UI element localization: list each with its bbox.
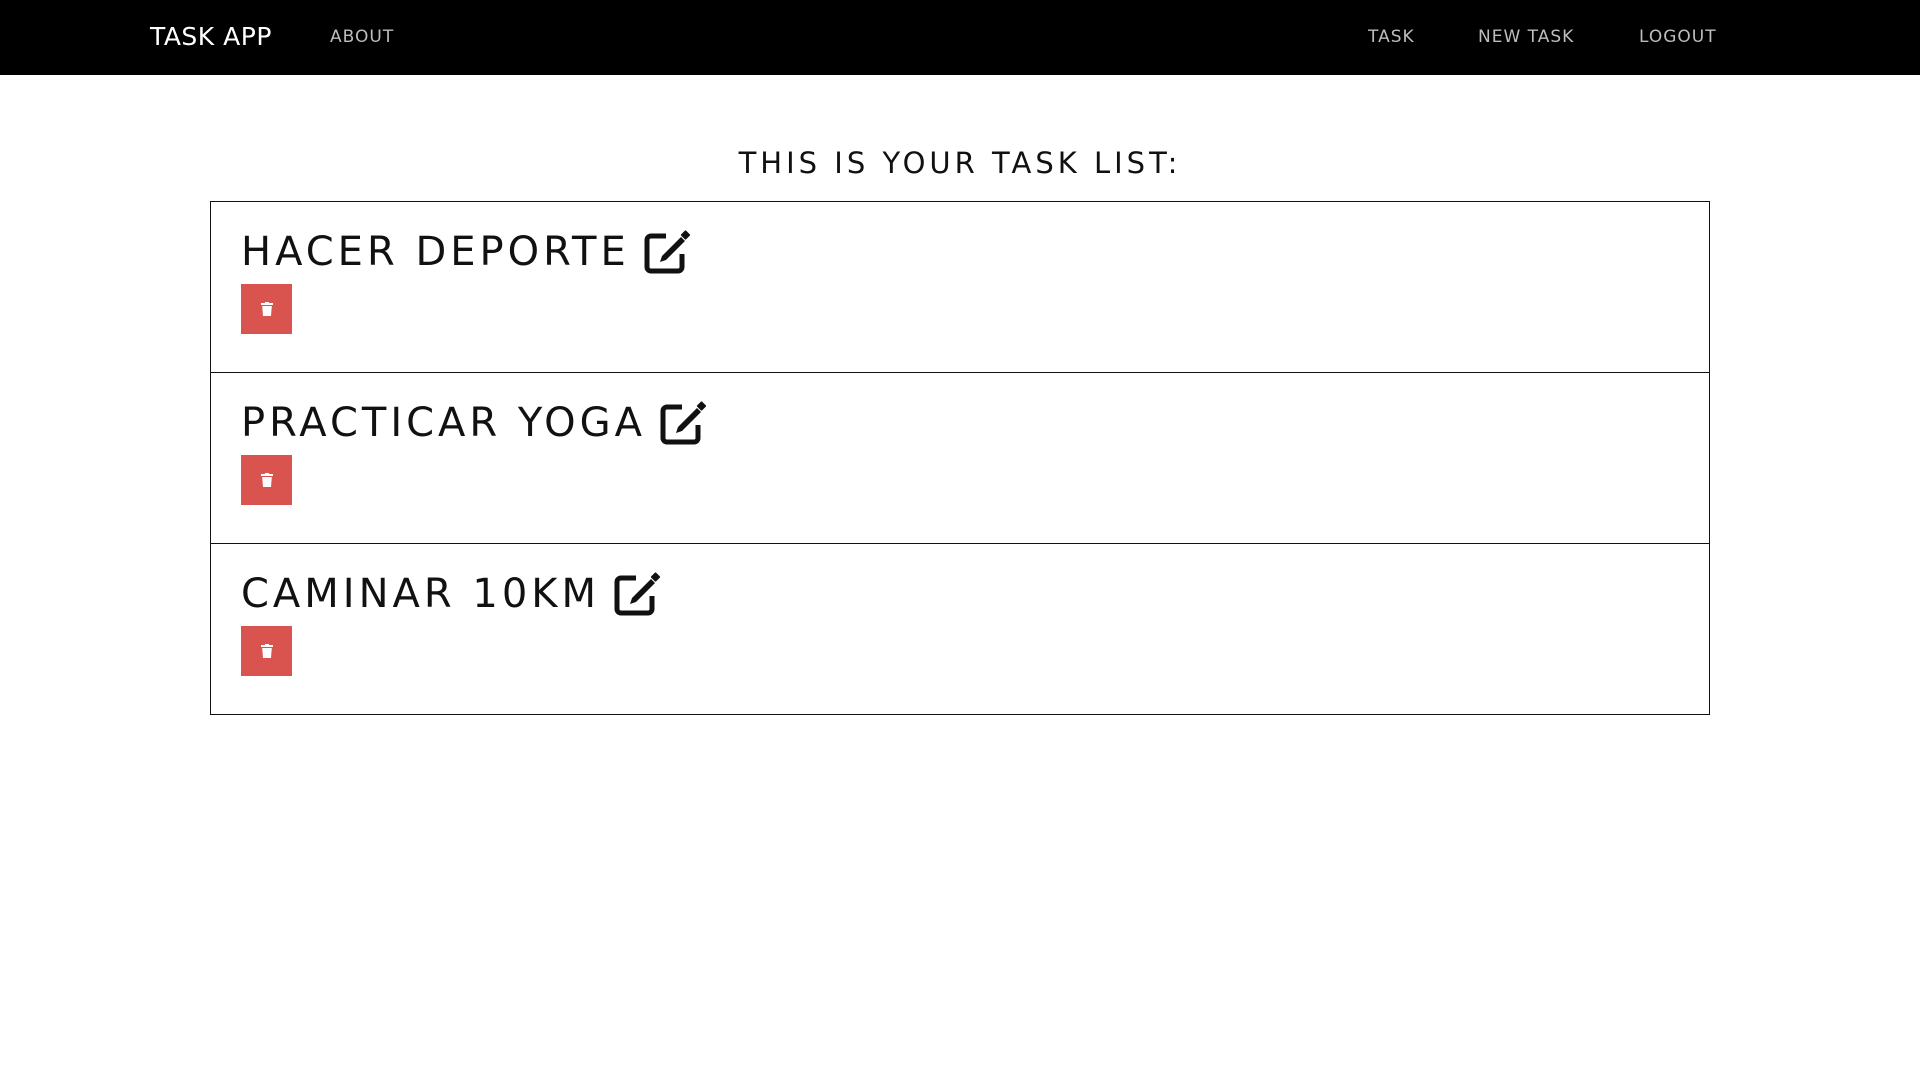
task-list: HACER DEPORTE PRACTICAR YOGA CAMINAR 10K…: [210, 201, 1710, 715]
delete-button[interactable]: [241, 455, 292, 505]
task-title: CAMINAR 10KM: [241, 570, 661, 618]
task-card: PRACTICAR YOGA: [210, 372, 1710, 544]
page-title: THIS IS YOUR TASK LIST:: [738, 146, 1182, 180]
task-card: HACER DEPORTE: [210, 201, 1710, 373]
trash-icon: [260, 302, 273, 316]
delete-button[interactable]: [241, 626, 292, 676]
nav-task-link[interactable]: TASK: [1368, 26, 1415, 48]
nav-new-task-link[interactable]: NEW TASK: [1478, 26, 1574, 48]
task-name: HACER DEPORTE: [241, 229, 630, 275]
top-navbar: TASK APP ABOUT TASK NEW TASK LOGOUT: [0, 0, 1920, 75]
task-name: CAMINAR 10KM: [241, 571, 601, 617]
task-name: PRACTICAR YOGA: [241, 400, 647, 446]
trash-icon: [260, 644, 273, 658]
task-card: CAMINAR 10KM: [210, 543, 1710, 715]
edit-icon[interactable]: [660, 401, 707, 445]
nav-logout-link[interactable]: LOGOUT: [1639, 26, 1717, 48]
trash-icon: [260, 473, 273, 487]
edit-icon[interactable]: [614, 572, 661, 616]
brand-link[interactable]: TASK APP: [150, 20, 272, 54]
delete-button[interactable]: [241, 284, 292, 334]
nav-about-link[interactable]: ABOUT: [330, 26, 394, 48]
edit-icon[interactable]: [644, 230, 690, 274]
task-title: PRACTICAR YOGA: [241, 399, 707, 447]
task-title: HACER DEPORTE: [241, 228, 690, 276]
